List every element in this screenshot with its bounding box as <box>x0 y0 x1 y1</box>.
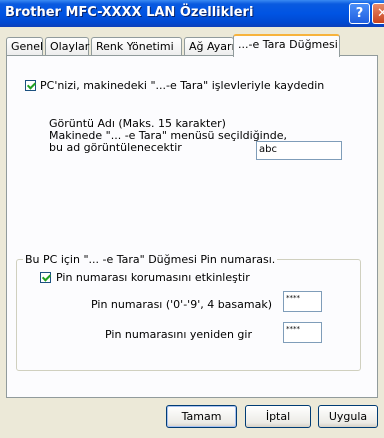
scan-register-label: PC'nizi, makinedeki "...-e Tara" işlevle… <box>40 79 325 92</box>
title-bar[interactable]: Brother MFC-XXXX LAN Özellikleri ? ✕ <box>0 0 384 27</box>
display-name-label-3: bu ad görüntülenecektir <box>49 141 182 154</box>
apply-button[interactable]: Uygula <box>318 405 378 428</box>
pin-input[interactable]: **** <box>283 291 322 312</box>
pin-reenter-input[interactable]: **** <box>283 322 322 343</box>
scan-register-checkbox[interactable] <box>25 80 36 91</box>
tab-ag-ayari[interactable]: Ağ Ayarı <box>184 37 235 56</box>
close-icon[interactable]: ✕ <box>372 3 384 24</box>
pin-enable-label: Pin numarası korumasını etkinleştir <box>56 271 250 284</box>
pin-reenter-label: Pin numarasını yeniden gir <box>105 328 252 341</box>
ok-button[interactable]: Tamam <box>166 405 237 428</box>
pin-group-legend: Bu PC için "... -e Tara" Düğmesi Pin num… <box>23 253 278 266</box>
window-title: Brother MFC-XXXX LAN Özellikleri <box>5 5 254 20</box>
tab-scan-button[interactable]: ...-e Tara Düğmesi <box>233 34 340 57</box>
display-name-input[interactable]: abc <box>256 141 342 160</box>
help-button[interactable]: ? <box>349 3 370 24</box>
tab-genel[interactable]: Genel <box>6 37 43 56</box>
properties-window: Brother MFC-XXXX LAN Özellikleri ? ✕ Gen… <box>0 0 384 438</box>
pin-label: Pin numarası ('0'-'9', 4 basamak) <box>91 298 273 311</box>
tab-renk-yonetimi[interactable]: Renk Yönetimi <box>91 37 182 56</box>
pin-enable-checkbox[interactable] <box>40 272 51 283</box>
cancel-button[interactable]: İptal <box>245 405 311 428</box>
tab-olaylar[interactable]: Olaylar <box>45 37 89 56</box>
